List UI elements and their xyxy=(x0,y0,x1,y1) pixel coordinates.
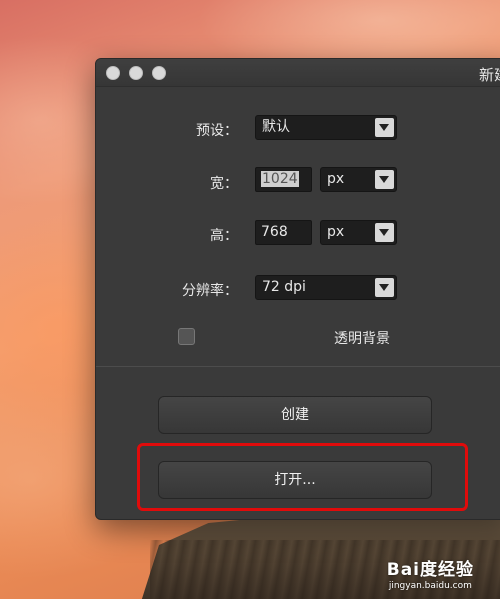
preset-label: 预设： xyxy=(196,123,238,139)
chevron-down-icon[interactable] xyxy=(375,170,394,189)
create-button[interactable]: 创建 xyxy=(158,396,432,434)
watermark-logo: Bai度经验 xyxy=(386,560,474,580)
minimize-window-icon[interactable] xyxy=(129,66,143,80)
resolution-select[interactable]: 72 dpi xyxy=(255,275,397,300)
window-title: 新建 xyxy=(479,66,500,84)
width-label: 宽： xyxy=(210,176,238,192)
highlight-annotation xyxy=(137,443,468,511)
title-bar[interactable]: 新建 xyxy=(96,59,500,87)
watermark-url: jingyan.baidu.com xyxy=(388,581,472,591)
width-value: 1024 xyxy=(261,171,299,187)
height-unit-value: px xyxy=(327,224,345,240)
transparent-background-label: 透明背景 xyxy=(334,331,390,347)
chevron-down-icon[interactable] xyxy=(375,223,394,242)
preset-value: 默认 xyxy=(262,119,290,135)
chevron-down-icon[interactable] xyxy=(375,278,394,297)
height-label: 高： xyxy=(210,228,238,244)
divider xyxy=(96,366,500,367)
width-unit-select[interactable]: px xyxy=(320,167,397,192)
close-window-icon[interactable] xyxy=(106,66,120,80)
preset-select[interactable]: 默认 xyxy=(255,115,397,140)
resolution-value: 72 dpi xyxy=(262,279,306,295)
transparent-background-checkbox[interactable] xyxy=(178,328,195,345)
width-input[interactable]: 1024 xyxy=(255,167,312,192)
resolution-label: 分辨率： xyxy=(182,283,238,299)
chevron-down-icon[interactable] xyxy=(375,118,394,137)
height-input[interactable]: 768 xyxy=(255,220,312,245)
watermark: Bai度经验 jingyan.baidu.com xyxy=(387,555,474,591)
height-unit-select[interactable]: px xyxy=(320,220,397,245)
height-value: 768 xyxy=(261,224,288,240)
width-unit-value: px xyxy=(327,171,345,187)
zoom-window-icon[interactable] xyxy=(152,66,166,80)
